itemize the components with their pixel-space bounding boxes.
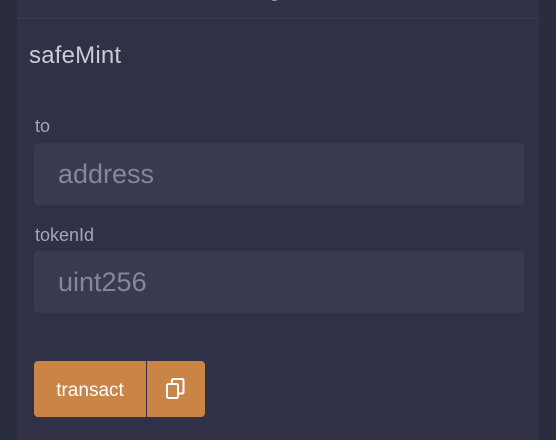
token-id-input[interactable]: [34, 251, 524, 313]
copy-calldata-button[interactable]: [147, 361, 205, 417]
function-panel: safeMint to tokenId transact: [17, 0, 539, 440]
to-address-input[interactable]: [34, 143, 524, 205]
app-background: safeMint to tokenId transact: [0, 0, 556, 440]
collapse-caret-icon: [272, 0, 277, 1]
copy-icon: [166, 378, 185, 399]
transact-button-group: transact: [34, 361, 205, 417]
param-label-to: to: [35, 116, 51, 136]
transact-button[interactable]: transact: [34, 361, 146, 417]
function-title: safeMint: [29, 42, 122, 69]
panel-top-divider: [17, 0, 539, 19]
param-label-tokenid: tokenId: [35, 225, 95, 245]
